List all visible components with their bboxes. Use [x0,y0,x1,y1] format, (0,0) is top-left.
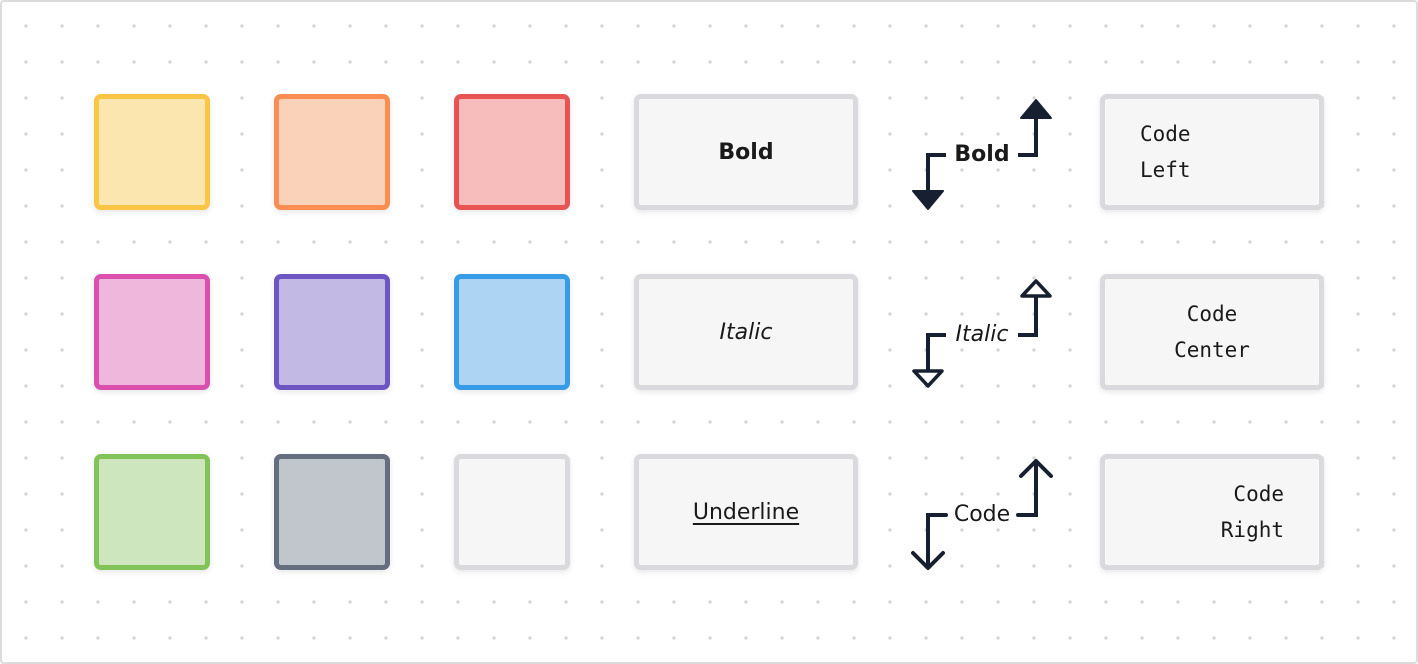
swatch-gray[interactable] [274,454,390,570]
arrowhead-hollow-up-icon [1020,279,1052,298]
connector-line-lower [926,333,946,371]
code-line: Code [1140,122,1191,146]
connector-line-upper [1016,460,1038,517]
swatch-white[interactable] [454,454,570,570]
code-line: Left [1140,158,1191,182]
code-line: Center [1174,338,1250,362]
code-box-center[interactable]: Code Center [1100,274,1324,390]
code-line: Code [1233,482,1284,506]
text-box-italic[interactable]: Italic [634,274,858,390]
connector-line-upper [1018,296,1038,337]
connector-line-lower [926,513,948,569]
code-box-left[interactable]: Code Left [1100,94,1324,210]
swatch-green[interactable] [94,454,210,570]
text-box-label: Bold [718,139,774,165]
swatch-pink[interactable] [94,274,210,390]
arrowhead-filled-up-icon [1020,99,1052,119]
text-box-underline[interactable]: Underline [634,454,858,570]
text-box-label: Italic [719,319,773,345]
connector-label[interactable]: Italic [956,322,1009,348]
connector-label[interactable]: Bold [954,142,1009,168]
swatch-blue[interactable] [454,274,570,390]
arrowhead-filled-down-icon [912,190,944,210]
connector-line-upper [1018,118,1038,157]
arrowhead-open-down-icon [911,551,945,570]
text-box-bold[interactable]: Bold [634,94,858,210]
code-box-right[interactable]: Code Right [1100,454,1324,570]
swatch-yellow[interactable] [94,94,210,210]
arrowhead-open-up-icon [1019,459,1053,478]
code-line: Right [1220,518,1284,542]
swatch-red[interactable] [454,94,570,210]
code-line: Code [1186,302,1238,326]
connector-label[interactable]: Code [954,502,1010,528]
canvas: Bold Italic Underline Code Left Code Cen… [0,0,1418,664]
swatch-orange[interactable] [274,94,390,210]
arrowhead-hollow-down-icon [912,369,944,388]
swatch-purple[interactable] [274,274,390,390]
text-box-label: Underline [692,499,800,525]
connector-line-lower [926,153,946,192]
